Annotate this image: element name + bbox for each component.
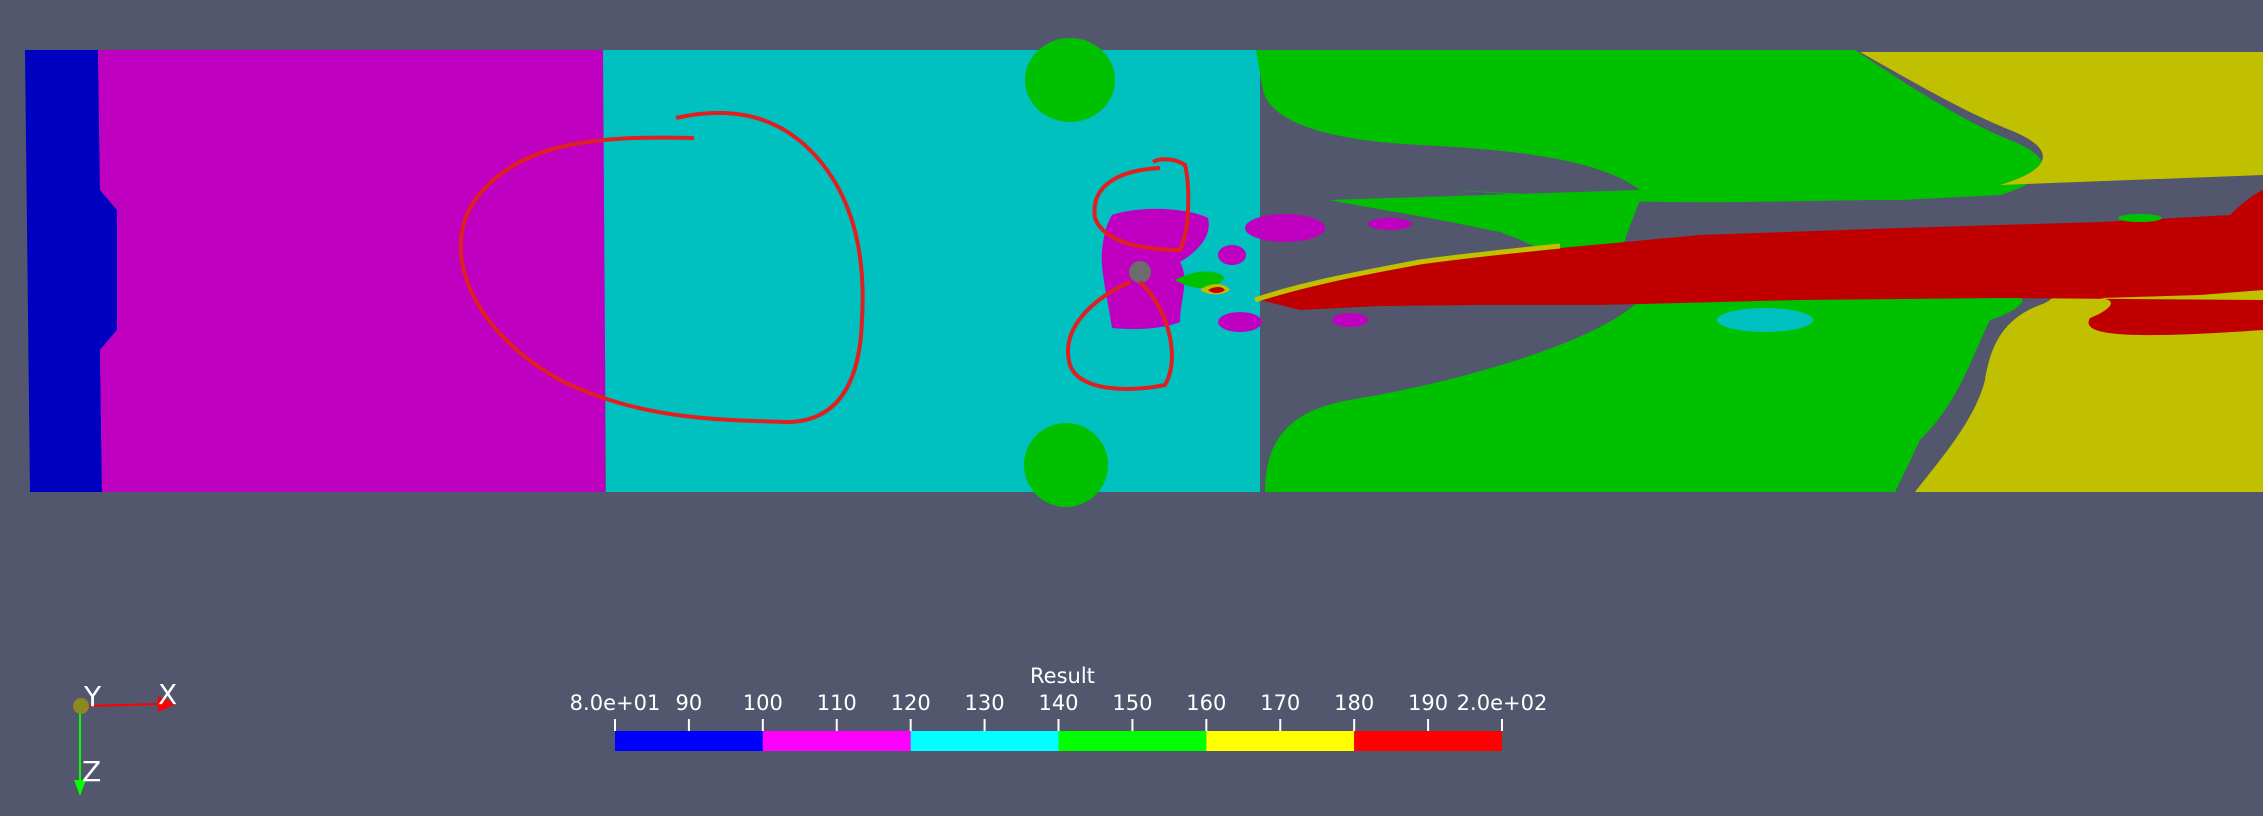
contour-vortex-magenta-1 — [1245, 214, 1325, 242]
contour-patch-green-small — [2118, 214, 2162, 222]
axis-y-label: Y — [84, 680, 102, 713]
scalar-bar-band-1 — [762, 731, 911, 751]
scalar-bar-band-5 — [1354, 731, 1502, 751]
axis-x-label: X — [158, 678, 178, 711]
obstacle-cylinder — [1129, 261, 1151, 283]
scalar-bar-tick-label-5: 130 — [964, 691, 1005, 715]
scalar-bar-tick-label-10: 180 — [1334, 691, 1375, 715]
scalar-bar-tick-label-1: 90 — [675, 691, 703, 715]
contour-vortex-magenta-2 — [1368, 218, 1412, 230]
render-viewport[interactable]: Result 8.0e+01 90 100 110 120 130 140 150 160 170… — [0, 0, 2263, 816]
scalar-bar-band-3 — [1058, 731, 1207, 751]
scalar-bar-tick-label-9: 170 — [1260, 691, 1301, 715]
scalar-bar-tick-label-6: 140 — [1038, 691, 1079, 715]
scalar-bar-tick-label-8: 160 — [1186, 691, 1227, 715]
scalar-bar-tick-label-7: 150 — [1112, 691, 1153, 715]
scalar-bar — [614, 719, 1503, 751]
contour-vortex-magenta-3 — [1218, 312, 1262, 332]
contour-blob-green-bottom — [1024, 423, 1108, 507]
axis-z-label: Z — [82, 755, 102, 788]
contour-patch-cyan — [1717, 308, 1813, 332]
contour-vortex-magenta-5 — [1218, 245, 1246, 265]
contour-vortex-magenta-4 — [1332, 313, 1368, 327]
scalar-bar-tick-label-0: 8.0e+01 — [569, 691, 661, 715]
scalar-bar-tick-label-11: 190 — [1408, 691, 1449, 715]
scalar-bar-band-0 — [615, 731, 763, 751]
scalar-bar-tick-label-4: 120 — [890, 691, 931, 715]
scalar-bar-band-4 — [1206, 731, 1355, 751]
scalar-bar-title: Result — [1030, 664, 1095, 688]
scalar-bar-band-2 — [910, 731, 1059, 751]
scalar-bar-tick-label-12: 2.0e+02 — [1456, 691, 1548, 715]
scalar-bar-tick-label-2: 100 — [742, 691, 783, 715]
scalar-bar-tick-label-3: 110 — [816, 691, 857, 715]
contour-blob-green-top — [1025, 38, 1115, 122]
contour-region-magenta — [98, 50, 605, 492]
